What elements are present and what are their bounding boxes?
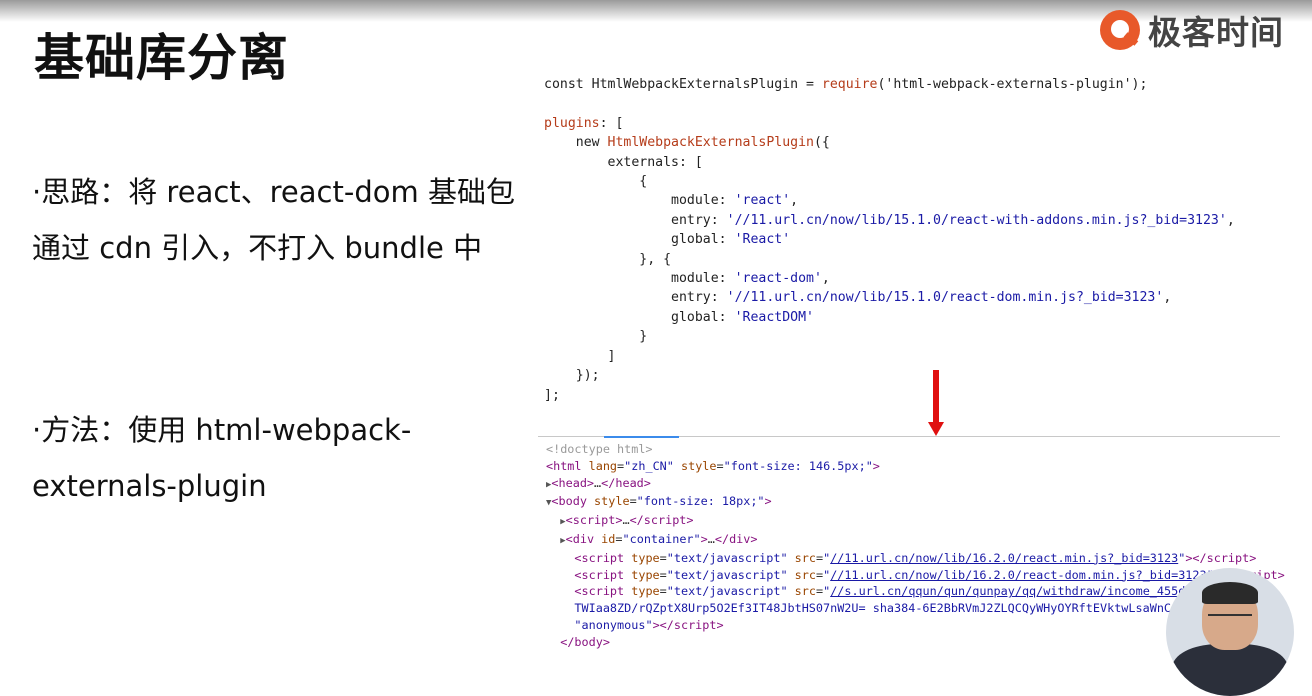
code-token: entry: [544, 212, 727, 228]
dom-doctype: <!doctype html> [546, 442, 653, 456]
geektime-logo-icon [1100, 10, 1140, 50]
code-line: { [544, 174, 648, 190]
devtools-tab-indicator [604, 436, 679, 438]
code-token: 'react' [734, 193, 791, 209]
code-token: : [ [599, 115, 624, 131]
integrity-value: TWIaa8ZD/rQZptX8Urp5O2Ef3IT48JbtHS07nW2U… [574, 601, 1200, 616]
dom-body-close: </body> [560, 634, 610, 649]
code-token: HtmlWebpackExternalsPlugin [607, 135, 814, 151]
presenter-webcam [1166, 568, 1294, 696]
code-token: require [821, 77, 878, 92]
code-token: 'react-dom' [734, 271, 822, 287]
dom-node-script[interactable]: <script type="text/javascript" src="//11… [574, 568, 1284, 582]
code-token: 'React' [734, 232, 791, 248]
code-line: } [544, 329, 648, 345]
code-line: externals: [ [544, 154, 703, 170]
code-line: ] [544, 348, 616, 364]
crossorigin-value: "anonymous" [574, 617, 653, 632]
bullet-idea: ·思路：将 react、react-dom 基础包通过 cdn 引入，不打入 b… [32, 175, 515, 265]
script-src-link[interactable]: //s.url.cn/qqun/qun/qunpay/qq/withdraw/i… [830, 584, 1214, 598]
code-line: }, { [544, 251, 672, 267]
script-src-link[interactable]: //11.url.cn/now/lib/16.2.0/react.min.js?… [830, 551, 1178, 565]
code-token: ({ [813, 135, 830, 151]
code-line: const HtmlWebpackExternalsPlugin = [544, 77, 822, 92]
script-src-link[interactable]: //11.url.cn/now/lib/16.2.0/react-dom.min… [830, 568, 1206, 582]
dom-node-script[interactable]: <script type="text/javascript" src="//11… [574, 551, 1256, 565]
down-arrow-icon [928, 370, 944, 438]
code-token: entry: [544, 290, 727, 306]
webpack-config-code: const HtmlWebpackExternalsPlugin = requi… [544, 77, 1235, 403]
code-line: ]; [544, 387, 560, 403]
code-token: new [544, 135, 608, 151]
code-token: module: [544, 271, 735, 287]
dom-node-script[interactable]: <script type="text/javascript" src="//s.… [574, 584, 1213, 598]
devtools-elements-panel: <!doctype html> <html lang="zh_CN" style… [538, 436, 1285, 649]
brand-logo: 极客时间 [1100, 6, 1284, 54]
code-token: '//11.url.cn/now/lib/15.1.0/react-dom.mi… [726, 290, 1164, 306]
dom-node-head[interactable]: ▶<head>…</head> [546, 476, 651, 490]
code-token: global: [544, 232, 735, 248]
code-token: 'ReactDOM' [734, 309, 814, 325]
dom-node-div[interactable]: ▶<div id="container">…</div> [560, 532, 757, 546]
bullet-method: ·方法：使用 html-webpack-externals-plugin [32, 413, 412, 503]
code-token: '//11.url.cn/now/lib/15.1.0/react-with-a… [726, 212, 1227, 228]
code-token: plugins [544, 115, 600, 131]
slide-title: 基础库分离 [34, 29, 289, 87]
dom-node-body[interactable]: ▼<body style="font-size: 18px;"> [546, 494, 772, 508]
dom-node-script[interactable]: ▶<script>…</script> [560, 513, 693, 527]
code-token: global: [544, 309, 735, 325]
brand-name: 极客时间 [1148, 13, 1284, 52]
code-token: ('html-webpack-externals-plugin'); [877, 77, 1148, 92]
code-token: module: [544, 193, 735, 209]
dom-node-html[interactable]: <html lang="zh_CN" style="font-size: 146… [546, 459, 880, 473]
code-line: }); [544, 368, 600, 384]
